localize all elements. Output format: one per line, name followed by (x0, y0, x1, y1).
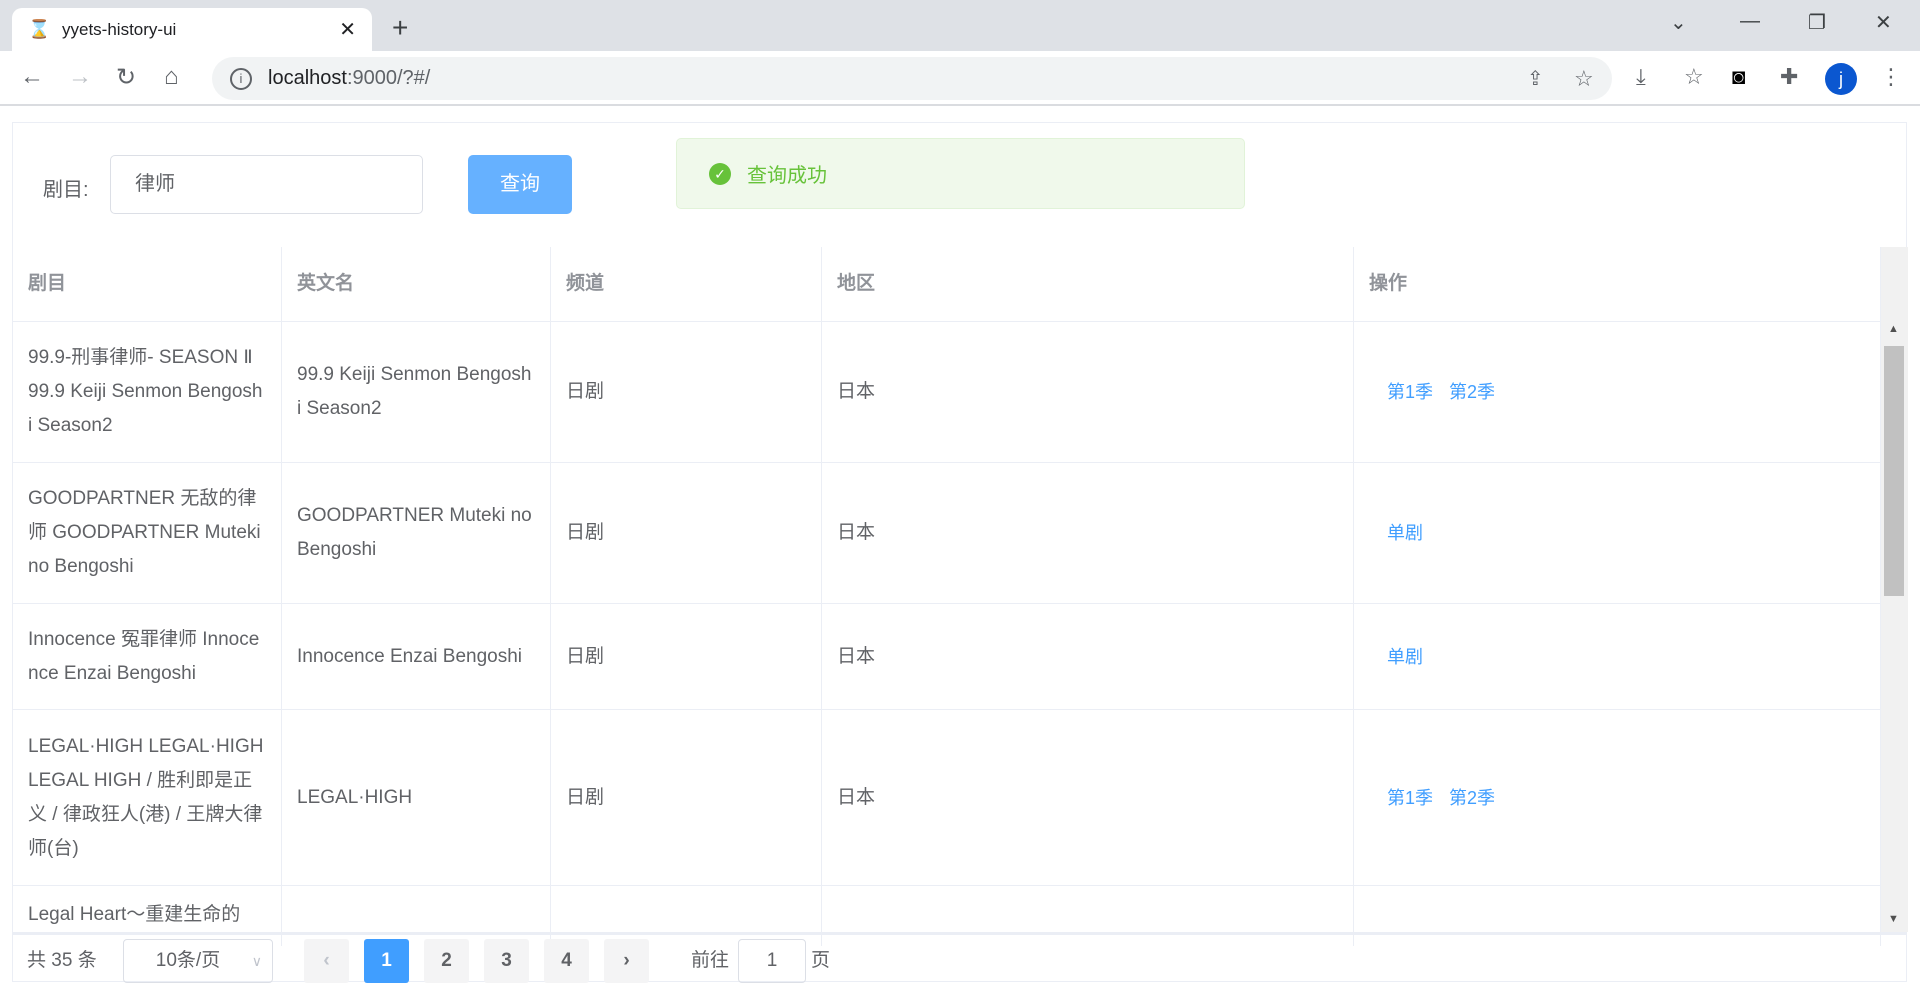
forward-icon[interactable]: → (68, 63, 92, 91)
page-size-value: 10条/页 (155, 950, 221, 971)
chevron-down-icon: ∨ (251, 953, 262, 969)
browser-tab[interactable]: ⌛ yyets-history-ui ✕ (12, 8, 372, 51)
table-header: 剧目 英文名 频道 地区 操作 (13, 247, 1881, 322)
cell-english: LEGAL·HIGH (282, 710, 551, 885)
close-window-icon[interactable]: ✕ (1875, 10, 1892, 35)
cell-title: Innocence 冤罪律师 Innocence Enzai Bengoshi (13, 604, 282, 709)
cell-actions: 单剧 (1354, 604, 1881, 709)
cell-title: 99.9-刑事律师- SEASON Ⅱ 99.9 Keiji Senmon Be… (13, 322, 282, 462)
goto-page-input[interactable]: 1 (738, 939, 806, 983)
avatar[interactable]: j (1825, 63, 1857, 95)
cell-actions: 第1季 第2季 (1354, 710, 1881, 885)
cell-english: 99.9 Keiji Senmon Bengoshi Season2 (282, 322, 551, 462)
info-icon[interactable]: i (230, 67, 252, 90)
url-path: :9000/?#/ (346, 67, 431, 89)
page-2-button[interactable]: 2 (424, 939, 469, 983)
season-link[interactable]: 第1季 (1387, 375, 1433, 409)
new-tab-icon[interactable]: + (392, 12, 408, 44)
pagination: 共 35 条 10条/页 ∨ ‹ 1 2 3 4 › 前往 1 页 (13, 932, 1906, 983)
cell-channel: 日剧 (551, 604, 822, 709)
header-english: 英文名 (282, 247, 551, 321)
prev-page-button[interactable]: ‹ (304, 939, 349, 983)
header-title: 剧目 (13, 247, 282, 321)
cell-channel: 日剧 (551, 322, 822, 462)
cell-english: Innocence Enzai Bengoshi (282, 604, 551, 709)
menu-dots-icon[interactable]: ⋮ (1880, 64, 1902, 90)
cell-area: 日本 (822, 604, 1354, 709)
page-4-button[interactable]: 4 (544, 939, 589, 983)
single-link[interactable]: 单剧 (1387, 516, 1423, 550)
cell-channel: 日剧 (551, 463, 822, 603)
close-tab-icon[interactable]: ✕ (339, 17, 356, 42)
puzzle-icon[interactable]: ✚ (1780, 64, 1798, 90)
cell-channel: 日剧 (551, 710, 822, 885)
tab-title: yyets-history-ui (62, 19, 177, 39)
extension-icon[interactable]: ◙ (1732, 64, 1745, 90)
next-page-button[interactable]: › (604, 939, 649, 983)
home-icon[interactable]: ⌂ (164, 63, 179, 91)
page-3-button[interactable]: 3 (484, 939, 529, 983)
browser-toolbar: ← → ↻ ⌂ i localhost:9000/?#/ ⇪ ☆ ⤓ ☆ ◙ ✚… (0, 51, 1920, 106)
total-count: 共 35 条 (27, 950, 97, 971)
goto-label: 前往 (691, 950, 730, 971)
tab-search-icon[interactable]: ⌄ (1670, 10, 1687, 35)
season-link[interactable]: 第2季 (1449, 781, 1495, 815)
page-size-select[interactable]: 10条/页 ∨ (123, 939, 273, 983)
message-text: 查询成功 (747, 165, 827, 187)
header-area: 地区 (822, 247, 1354, 321)
header-channel: 频道 (551, 247, 822, 321)
page-1-button[interactable]: 1 (364, 939, 409, 983)
bookmarks-star-icon[interactable]: ☆ (1684, 64, 1704, 90)
success-message: ✓ 查询成功 (676, 138, 1245, 209)
cell-area: 日本 (822, 322, 1354, 462)
minimize-icon[interactable]: — (1740, 10, 1760, 33)
scroll-down-icon[interactable]: ▼ (1888, 913, 1899, 925)
back-icon[interactable]: ← (20, 63, 44, 91)
cell-actions: 第1季 第2季 (1354, 322, 1881, 462)
header-actions: 操作 (1354, 247, 1881, 321)
cell-area: 日本 (822, 463, 1354, 603)
scroll-up-icon[interactable]: ▲ (1888, 323, 1899, 335)
search-button[interactable]: 查询 (468, 155, 572, 214)
cell-title: GOODPARTNER 无敌的律师 GOODPARTNER Muteki no … (13, 463, 282, 603)
bookmark-star-icon[interactable]: ☆ (1574, 66, 1594, 92)
table-row: 99.9-刑事律师- SEASON Ⅱ 99.9 Keiji Senmon Be… (13, 322, 1881, 463)
cell-actions: 单剧 (1354, 463, 1881, 603)
title-label: 剧目: (43, 179, 89, 201)
restore-icon[interactable]: ❐ (1808, 10, 1826, 35)
cell-area: 日本 (822, 710, 1354, 885)
single-link[interactable]: 单剧 (1387, 640, 1423, 674)
scrollbar-thumb[interactable] (1884, 346, 1904, 596)
season-link[interactable]: 第2季 (1449, 375, 1495, 409)
url-host: localhost (268, 67, 347, 89)
table-row: GOODPARTNER 无敌的律师 GOODPARTNER Muteki no … (13, 463, 1881, 604)
main-card: 剧目: 律师 查询 ✓ 查询成功 剧目 英文名 频道 地区 操作 99.9-刑事… (12, 122, 1908, 983)
results-table: 剧目 英文名 频道 地区 操作 99.9-刑事律师- SEASON Ⅱ 99.9… (13, 247, 1881, 946)
season-link[interactable]: 第1季 (1387, 781, 1433, 815)
hourglass-icon: ⌛ (28, 19, 51, 39)
cell-english: GOODPARTNER Muteki no Bengoshi (282, 463, 551, 603)
download-icon[interactable]: ⤓ (1636, 64, 1646, 90)
table-row: Innocence 冤罪律师 Innocence Enzai Bengoshi … (13, 604, 1881, 710)
browser-tab-bar: ⌛ yyets-history-ui ✕ + ⌄ — ❐ ✕ (0, 0, 1920, 51)
share-icon[interactable]: ⇪ (1527, 66, 1544, 91)
goto-suffix: 页 (811, 950, 831, 971)
address-bar[interactable]: i localhost:9000/?#/ ⇪ ☆ (212, 57, 1612, 100)
reload-icon[interactable]: ↻ (116, 63, 136, 92)
cell-title: LEGAL·HIGH LEGAL·HIGH LEGAL HIGH / 胜利即是正… (13, 710, 282, 885)
check-circle-icon: ✓ (709, 162, 731, 185)
table-row: LEGAL·HIGH LEGAL·HIGH LEGAL HIGH / 胜利即是正… (13, 710, 1881, 886)
title-search-input[interactable]: 律师 (110, 155, 423, 214)
